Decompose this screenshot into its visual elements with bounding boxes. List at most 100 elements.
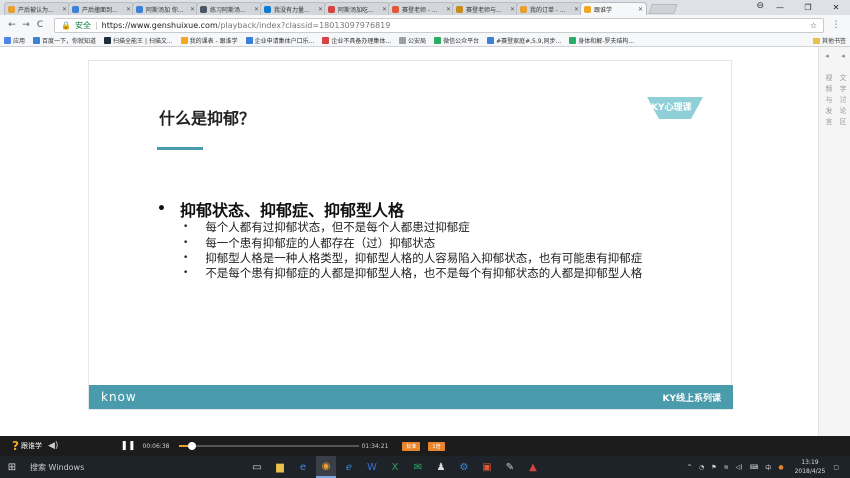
photos-icon[interactable]: ▣	[477, 456, 497, 478]
chevron-up-icon[interactable]: ^	[687, 464, 692, 471]
clock[interactable]: 13:19 2018/4/25	[795, 458, 826, 476]
bookmark-item[interactable]: #赛登家庭#,5.9,同步...	[487, 36, 561, 45]
url-field[interactable]: 🔒 安全 | https://www.genshuixue.com /playb…	[54, 17, 824, 33]
pause-button[interactable]: ❚❚	[120, 441, 135, 451]
other-bookmarks[interactable]: 其他书签	[812, 36, 846, 45]
browser-tab[interactable]: 阿斯汤加吃... ✕	[324, 2, 391, 15]
tab-close-icon[interactable]: ✕	[62, 6, 67, 13]
bookmark-item[interactable]: 应用	[4, 36, 25, 45]
url-host: https://www.genshuixue.com	[101, 20, 218, 30]
browser-tab[interactable]: 我没有力量... ✕	[260, 2, 327, 15]
qq-icon[interactable]: ♟	[431, 456, 451, 478]
bookmark-icon	[180, 37, 188, 44]
tab-label: 我的订单 - ...	[530, 6, 566, 14]
new-tab-button[interactable]	[648, 4, 678, 14]
keyboard-icon[interactable]: ⌨	[750, 464, 759, 471]
tab-close-icon[interactable]: ✕	[510, 6, 515, 13]
tab-close-icon[interactable]: ✕	[382, 6, 387, 13]
side-tab-char: 视	[825, 74, 833, 82]
doc-icon	[328, 5, 335, 13]
bookmark-item[interactable]: 公安局	[399, 36, 426, 45]
browser-tab[interactable]: 赛登老师 - ... ✕	[388, 2, 455, 15]
reload-icon[interactable]: C	[34, 20, 46, 30]
edge-icon[interactable]: e	[293, 456, 313, 478]
quality-button[interactable]: 标准	[402, 441, 421, 451]
task-view-icon[interactable]: ▭	[247, 456, 267, 478]
windows-icon[interactable]: ⊞	[2, 462, 22, 473]
excel-icon[interactable]: X	[385, 456, 405, 478]
chrome-icon[interactable]: ◉	[316, 456, 336, 478]
file-explorer-icon[interactable]: ▆	[270, 456, 290, 478]
bookmark-label: 企业申请集体户口乐...	[254, 38, 315, 45]
volume-tray-icon[interactable]: ◁)	[736, 464, 743, 471]
forward-icon[interactable]: →	[20, 20, 32, 30]
bookmark-item[interactable]: 扫描全能王 | 扫描文...	[104, 36, 173, 45]
tab-close-icon[interactable]: ✕	[190, 6, 195, 13]
volume-icon[interactable]: ◀)	[48, 441, 58, 451]
bookmark-label: 扫描全能王 | 扫描文...	[113, 38, 173, 45]
side-panel: ◂ ◂ 视频与发言 文字讨论区	[818, 47, 850, 436]
browser-tab[interactable]: 产后被认为... ✕	[4, 2, 71, 15]
side-tab-char: 讨	[839, 96, 847, 104]
bookmark-icon	[399, 37, 407, 44]
paw-icon	[72, 5, 79, 13]
ie-icon[interactable]: ℯ	[339, 456, 359, 478]
browser-tab[interactable]: 产后撞面到... ✕	[68, 2, 135, 15]
collapse-left-icon[interactable]: ◂	[825, 52, 829, 60]
bookmark-item[interactable]: 我的课表 - 跟谁学	[180, 36, 238, 45]
tab-close-icon[interactable]: ✕	[638, 6, 643, 13]
other-bookmarks-label: 其他书签	[821, 38, 846, 45]
tab-close-icon[interactable]: ✕	[446, 6, 451, 13]
tab-close-icon[interactable]: ✕	[574, 6, 579, 13]
word-icon[interactable]: W	[362, 456, 382, 478]
bookmark-item[interactable]: 身体和解-罗夫结构...	[569, 36, 634, 45]
paint-icon[interactable]: ✎	[500, 456, 520, 478]
tab-close-icon[interactable]: ✕	[126, 6, 131, 13]
pdf-icon[interactable]: ▲	[523, 456, 543, 478]
bookmarks-bar: 应用 百度一下，你就知道 扫描全能王 | 扫描文... 我的课表 - 跟谁学 企业申请集…	[0, 35, 850, 47]
browser-tab[interactable]: 赛登老师与... ✕	[452, 2, 519, 15]
profile-icon[interactable]: ⊖	[756, 1, 764, 11]
bookmark-icon	[4, 37, 11, 44]
bookmark-item[interactable]: 企业申请集体户口乐...	[245, 36, 315, 45]
close-icon[interactable]: ✕	[822, 3, 850, 12]
bookmark-item[interactable]: 百度一下，你就知道	[33, 36, 96, 45]
progress-track[interactable]	[179, 442, 360, 450]
restore-icon[interactable]: ❐	[794, 3, 822, 12]
browser-tab[interactable]: 跟谁学 ✕	[580, 2, 647, 15]
bookmark-label: 百度一下，你就知道	[42, 38, 97, 45]
wechat-icon[interactable]: ✉	[408, 456, 428, 478]
antivirus-icon[interactable]: ●	[778, 464, 783, 471]
tab-label: 练习阿斯汤...	[210, 6, 246, 14]
tab-close-icon[interactable]: ✕	[318, 6, 323, 13]
menu-icon[interactable]: ⋮	[830, 20, 842, 30]
speed-button[interactable]: 1倍	[428, 441, 445, 451]
app-icon[interactable]: ⚙	[454, 456, 474, 478]
bullet-icon: •	[183, 238, 189, 248]
flag-icon[interactable]: ⚑	[711, 464, 716, 471]
browser-tab[interactable]: 阿斯汤加 你... ✕	[132, 2, 199, 15]
logo-text: KY心理课	[651, 103, 692, 113]
text-discussion-tab[interactable]: 文字讨论区	[838, 73, 848, 128]
wifi-icon[interactable]: ≋	[724, 464, 729, 471]
back-icon[interactable]: ←	[6, 20, 18, 30]
separator: |	[94, 20, 98, 30]
tab-close-icon[interactable]: ✕	[254, 6, 259, 13]
tab-label: 跟谁学	[594, 6, 613, 14]
tab-strip: 产后被认为... ✕ 产后撞面到... ✕ 阿斯汤加 你... ✕ 练习阿斯汤... ✕ 我没有…	[0, 0, 850, 15]
bookmark-item[interactable]: 微信公众平台	[434, 36, 479, 45]
collapse-right-icon[interactable]: ◂	[841, 52, 845, 60]
notification-icon[interactable]: ▢	[833, 464, 839, 471]
tab-label: 我没有力量...	[274, 6, 310, 14]
bookmark-icon	[104, 37, 112, 44]
video-chat-tab[interactable]: 视频与发言	[824, 73, 834, 128]
browser-tab[interactable]: 我的订单 - ... ✕	[516, 2, 583, 15]
progress-knob[interactable]	[188, 442, 197, 450]
bookmark-star-icon[interactable]: ☆	[810, 21, 817, 30]
bookmark-item[interactable]: 企业不具备办理集体...	[322, 36, 391, 45]
browser-tab[interactable]: 练习阿斯汤... ✕	[196, 2, 263, 15]
ime-indicator[interactable]: 中	[765, 463, 771, 472]
minimize-icon[interactable]: —	[766, 3, 794, 12]
network-icon[interactable]: ◔	[699, 464, 704, 471]
taskbar-search[interactable]: 搜索 Windows	[30, 462, 210, 473]
